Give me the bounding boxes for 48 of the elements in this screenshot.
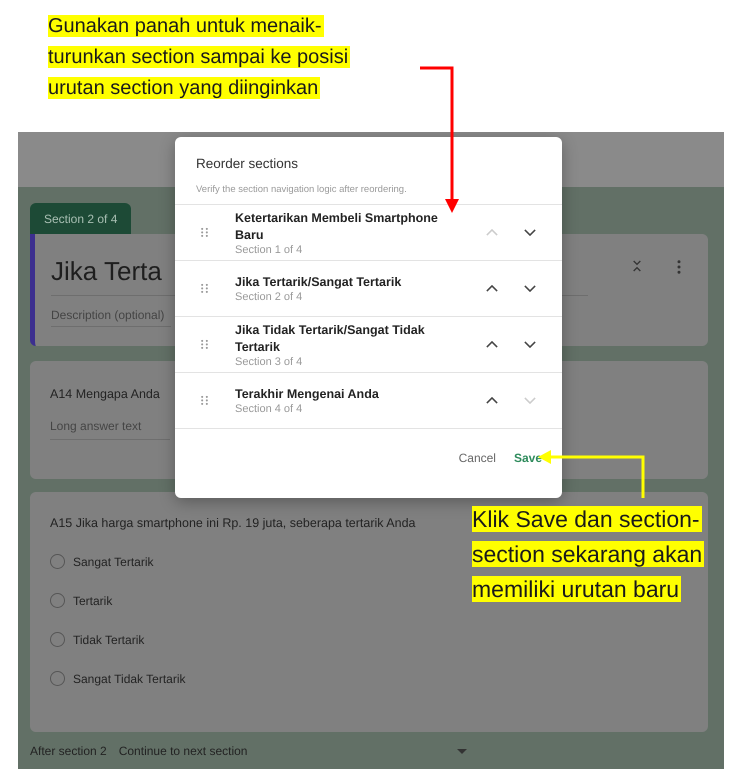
section-position: Section 1 of 4	[235, 244, 304, 256]
radio-button[interactable]	[50, 593, 65, 608]
callout-text: turunkan section sampai ke posisi	[48, 46, 350, 68]
option-label: Tidak Tertarik	[73, 632, 144, 646]
section-position: Section 3 of 4	[235, 356, 304, 368]
radio-button[interactable]	[50, 554, 65, 569]
save-button[interactable]: Save	[510, 445, 546, 471]
drag-handle-icon[interactable]	[201, 226, 208, 238]
cancel-button[interactable]: Cancel	[454, 445, 500, 471]
section-position: Section 4 of 4	[235, 403, 304, 415]
question-title: A14 Mengapa Anda	[50, 387, 160, 401]
dialog-subtitle: Verify the section navigation logic after reordering.	[195, 183, 408, 197]
radio-button[interactable]	[50, 671, 65, 686]
section-position: Section 2 of 4	[235, 291, 304, 303]
move-up-icon[interactable]	[486, 285, 498, 292]
move-up-icon[interactable]	[486, 341, 498, 348]
question-title: A15 Jika harga smartphone ini Rp. 19 juta, seberapa tertarik Anda	[50, 516, 416, 530]
callout-text: urutan section yang diinginkan	[48, 77, 320, 99]
dialog-title: Reorder sections	[195, 155, 300, 171]
callout-text: section sekarang akan	[472, 541, 704, 567]
move-up-icon[interactable]	[486, 397, 498, 404]
section-name: Ketertarikan Membeli Smartphone Baru	[235, 210, 439, 244]
move-down-icon[interactable]	[524, 229, 536, 236]
section-title: Jika Terta	[51, 256, 162, 287]
collapse-icon[interactable]	[632, 258, 642, 274]
section-row[interactable]: Terakhir Mengenai Anda Section 4 of 4	[175, 372, 562, 428]
navigation-dropdown[interactable]: Continue to next section	[118, 744, 468, 758]
move-down-icon[interactable]	[524, 341, 536, 348]
section-name: Jika Tertarik/Sangat Tertarik	[235, 274, 402, 291]
callout-text: memiliki urutan baru	[472, 576, 682, 602]
move-down-icon[interactable]	[524, 285, 536, 292]
drag-handle-icon[interactable]	[201, 282, 208, 294]
callout-text: Klik Save dan section-	[472, 506, 702, 532]
option-label: Tertarik	[73, 594, 112, 608]
section-name: Terakhir Mengenai Anda	[235, 386, 380, 403]
section-row[interactable]: Ketertarikan Membeli Smartphone Baru Section 1 of 4	[175, 204, 562, 260]
drag-handle-icon[interactable]	[201, 338, 208, 350]
drag-handle-icon[interactable]	[201, 394, 208, 406]
after-section-label: After section 2	[30, 744, 107, 758]
section-row[interactable]: Jika Tidak Tertarik/Sangat Tidak Tertarik Section 3 of 4	[175, 316, 562, 372]
section-row[interactable]: Jika Tertarik/Sangat Tertarik Section 2 of 4	[175, 260, 562, 316]
option-label: Sangat Tertarik	[73, 554, 154, 568]
dropdown-icon	[457, 748, 468, 754]
section-name: Jika Tidak Tertarik/Sangat Tidak Tertarik	[235, 322, 426, 356]
radio-button[interactable]	[50, 632, 65, 647]
more-icon[interactable]	[677, 260, 681, 274]
callout-text: Gunakan panah untuk menaik-	[48, 15, 324, 37]
option-label: Sangat Tidak Tertarik	[73, 672, 186, 686]
